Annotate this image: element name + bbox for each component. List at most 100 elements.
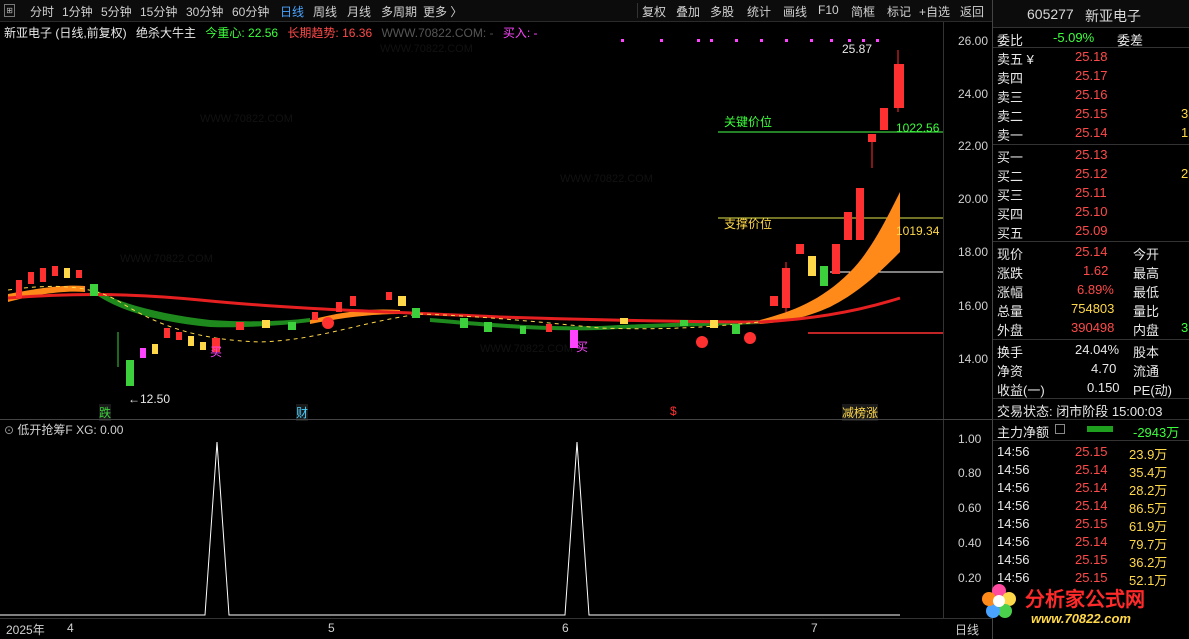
- main-flow-row[interactable]: 主力净额 -2943万: [993, 421, 1189, 440]
- flow-settings-icon[interactable]: [1055, 424, 1065, 434]
- candle: [460, 318, 468, 328]
- bid-row[interactable]: 买四 25.10: [993, 203, 1189, 222]
- period-15min[interactable]: 15分钟: [140, 3, 177, 20]
- candle: [820, 266, 828, 286]
- sub-chart-header[interactable]: ⊙ 低开抢筹F XG: 0.00: [4, 421, 123, 438]
- period-more[interactable]: 更多 〉: [423, 3, 462, 20]
- period-monthly[interactable]: 月线: [347, 3, 371, 20]
- ask-row[interactable]: 卖一 25.14 1: [993, 124, 1189, 143]
- stat-label: 最低: [1133, 285, 1160, 300]
- ask-volume: 3: [1181, 106, 1189, 121]
- tick-price: 25.14: [1075, 498, 1108, 513]
- ask-row[interactable]: 卖二 25.15 3: [993, 105, 1189, 124]
- candle: [236, 322, 244, 330]
- price-tick: 24.00: [958, 87, 989, 101]
- ask-label: 卖四: [997, 71, 1024, 86]
- overlay-button[interactable]: 叠加: [676, 3, 700, 20]
- ask-price: 25.18: [1075, 49, 1108, 64]
- xg-line: [0, 441, 900, 616]
- mark-button[interactable]: 标记: [887, 3, 911, 20]
- indicator-tick: 0.80: [958, 466, 982, 480]
- tick-row: 14:56 25.15 61.9万: [993, 516, 1189, 534]
- tick-time: 14:56: [997, 444, 1030, 459]
- period-1min[interactable]: 1分钟: [62, 3, 93, 20]
- stat-label: 总量: [997, 304, 1024, 319]
- bid-label: 买五: [997, 226, 1024, 241]
- stock-header: 605277 新亚电子: [993, 0, 1189, 28]
- candle: [894, 64, 904, 108]
- bid-row[interactable]: 买二 25.12 2: [993, 165, 1189, 184]
- tick-time: 14:56: [997, 552, 1030, 567]
- stat-value: 4.70: [1091, 361, 1117, 376]
- stat-label: 今开: [1133, 247, 1160, 262]
- f10-button[interactable]: F10: [818, 3, 839, 17]
- indicator-name[interactable]: 绝杀大牛主: [136, 26, 196, 40]
- coin-icon: [696, 336, 708, 348]
- stat-label: 涨幅: [997, 285, 1024, 300]
- add-favorite-button[interactable]: +自选: [919, 3, 950, 20]
- stat-label: PE(动): [1133, 383, 1173, 398]
- chevron-down-icon[interactable]: ⊙: [4, 423, 14, 437]
- simple-frame-button[interactable]: 简框: [851, 3, 875, 20]
- period-multi[interactable]: 多周期: [381, 3, 417, 20]
- ask-row[interactable]: 卖三 25.16: [993, 86, 1189, 105]
- candle: [412, 308, 420, 318]
- candle: [796, 244, 804, 254]
- tick-row: 14:56 25.15 36.2万: [993, 552, 1189, 570]
- tick-row: 14:56 25.15 23.9万: [993, 444, 1189, 462]
- stat-row: 总量 754803 量比: [993, 300, 1189, 319]
- bid-price: 25.13: [1075, 147, 1108, 162]
- center-label: 今重心: 22.56: [205, 26, 279, 40]
- period-fenshi[interactable]: 分时: [30, 3, 54, 20]
- statistics-button[interactable]: 统计: [747, 3, 771, 20]
- bid-label: 买三: [997, 188, 1024, 203]
- stat-row: 涨幅 6.89% 最低: [993, 281, 1189, 300]
- date-tick: 4: [67, 621, 74, 635]
- candle: [28, 272, 34, 284]
- candle: [520, 326, 526, 334]
- candlestick-chart[interactable]: WWW.70822.COM WWW.70822.COM WWW.70822.CO…: [0, 22, 943, 419]
- bid-label: 买二: [997, 169, 1024, 184]
- flow-bar: [1087, 426, 1113, 432]
- tick-time: 14:56: [997, 498, 1030, 513]
- candle: [680, 320, 688, 326]
- stat-label: 现价: [997, 247, 1024, 262]
- candle: [40, 268, 46, 282]
- candle: [710, 320, 718, 328]
- ask-price: 25.15: [1075, 106, 1108, 121]
- draw-line-button[interactable]: 画线: [783, 3, 807, 20]
- stat-label: 内盘: [1133, 323, 1160, 338]
- stat-label: 涨跌: [997, 266, 1024, 281]
- period-30min[interactable]: 30分钟: [186, 3, 223, 20]
- tick-price: 25.14: [1075, 480, 1108, 495]
- period-60min[interactable]: 60分钟: [232, 3, 269, 20]
- candle: [484, 322, 492, 332]
- period-5min[interactable]: 5分钟: [101, 3, 132, 20]
- ask-row[interactable]: 卖四 25.17: [993, 67, 1189, 86]
- bid-row[interactable]: 买五 25.09: [993, 222, 1189, 241]
- period-weekly[interactable]: 周线: [313, 3, 337, 20]
- bid-row[interactable]: 买一 25.13: [993, 146, 1189, 165]
- stat-row: 净资 4.70 流通: [993, 360, 1189, 379]
- candle: [152, 344, 158, 354]
- indicator-chart[interactable]: [0, 420, 943, 618]
- candle: [176, 332, 182, 340]
- candle: [164, 328, 170, 338]
- stock-name: 新亚电子: [1085, 8, 1141, 24]
- bid-row[interactable]: 买三 25.11: [993, 184, 1189, 203]
- stat-value: 390498: [1071, 320, 1115, 335]
- back-button[interactable]: 返回: [960, 3, 984, 20]
- watermark-layer: WWW.70822.COM WWW.70822.COM WWW.70822.CO…: [120, 43, 653, 355]
- restore-rights-button[interactable]: 复权: [642, 3, 666, 20]
- candle: [732, 324, 740, 334]
- panel-toggle-icon[interactable]: ⊞: [4, 4, 15, 17]
- event-label[interactable]: $: [670, 404, 677, 418]
- period-daily[interactable]: 日线: [280, 3, 304, 20]
- candle: [546, 324, 552, 332]
- ask-row[interactable]: 卖五 ¥ 25.18: [993, 48, 1189, 67]
- stat-value: 25.14: [1075, 244, 1108, 259]
- candle: [336, 302, 342, 312]
- stat-label: 收益(一): [997, 383, 1045, 398]
- tick-time: 14:56: [997, 534, 1030, 549]
- multi-stock-button[interactable]: 多股: [710, 3, 734, 20]
